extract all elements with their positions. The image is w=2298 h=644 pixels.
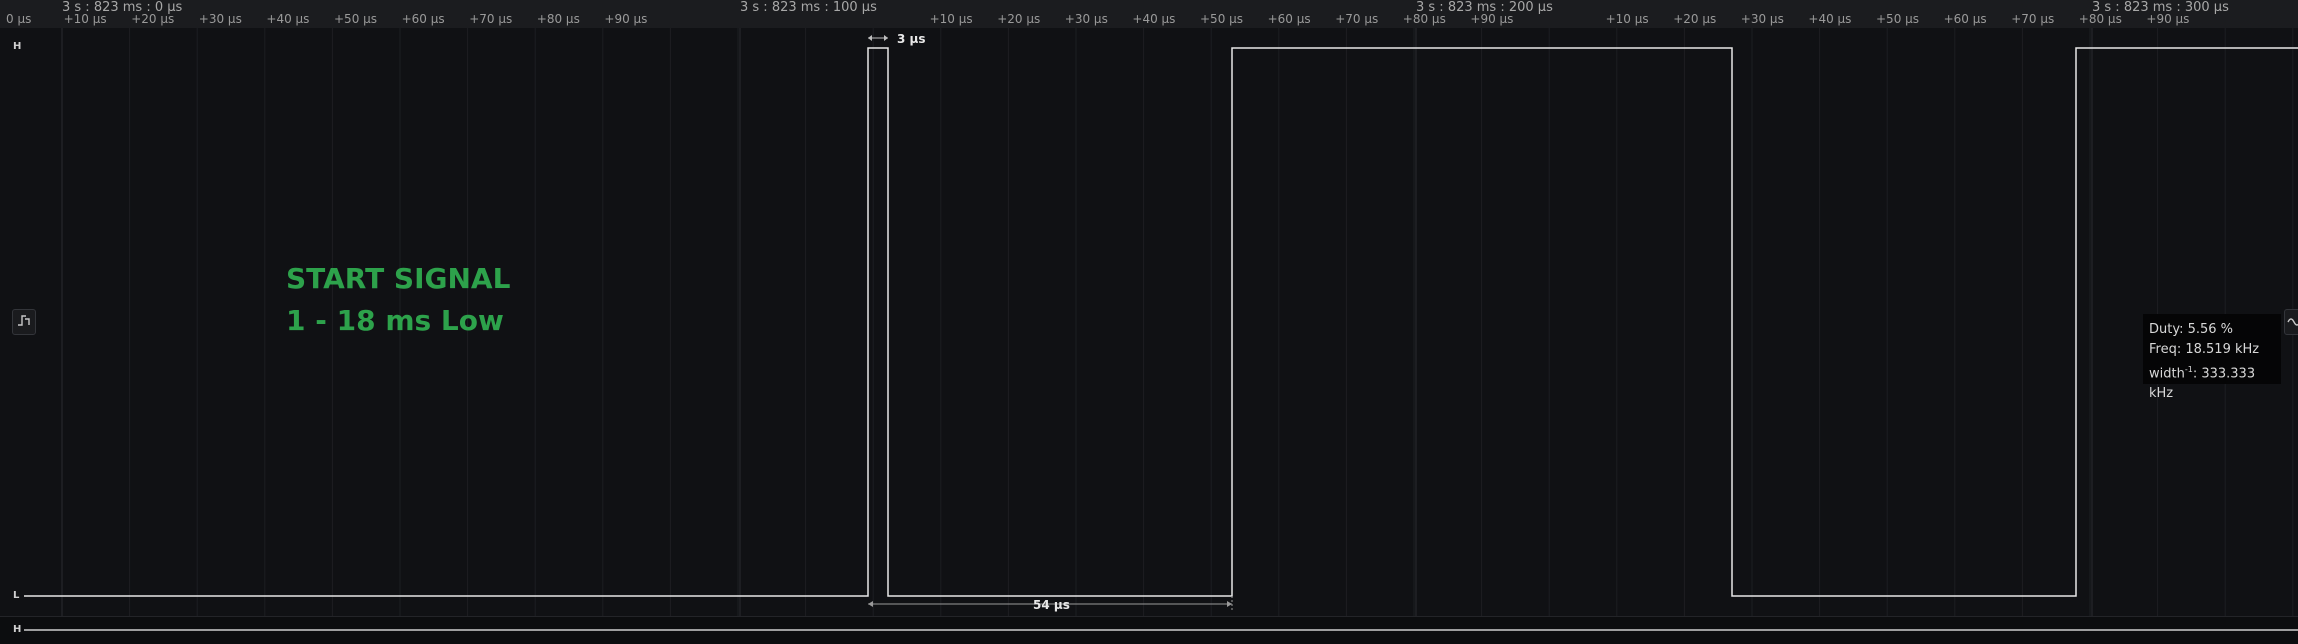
next-channel-trace [24, 629, 2298, 631]
trigger-edge-icon[interactable] [12, 309, 36, 335]
measure-wave-icon[interactable] [2284, 309, 2298, 335]
ruler-tick-label: +10 µs [929, 12, 973, 26]
ruler-tick-label: +30 µs [1064, 12, 1108, 26]
channel-low-label: L [13, 590, 20, 601]
ruler-tick-label: +20 µs [997, 12, 1041, 26]
measure-wave-glyph [2287, 318, 2298, 326]
annotation-title: START SIGNAL [286, 262, 511, 295]
ruler-tick-label: +90 µs [604, 12, 648, 26]
ruler-tick-label: +40 µs [1808, 12, 1852, 26]
time-ruler[interactable]: 3 s : 823 ms : 0 µs 3 s : 823 ms : 100 µs… [0, 0, 2298, 29]
width-inverse-value: width-1: 333.333 kHz [2149, 360, 2281, 404]
ruler-tick-label: +60 µs [1267, 12, 1311, 26]
ruler-tick-label: +80 µs [2078, 12, 2122, 26]
low-span-arrowhead-right [1227, 601, 1232, 607]
ruler-tick-label: +10 µs [1605, 12, 1649, 26]
ruler-tick-label: +30 µs [1740, 12, 1784, 26]
ruler-tick-label: +90 µs [1470, 12, 1514, 26]
annotation-subtitle: 1 - 18 ms Low [286, 304, 504, 337]
freq-value: Freq: 18.519 kHz [2149, 342, 2260, 357]
ruler-tick-label: +70 µs [1335, 12, 1379, 26]
width-superscript: -1 [2184, 365, 2193, 374]
ruler-tick-label: +80 µs [1402, 12, 1446, 26]
trigger-edge-glyph [18, 315, 30, 326]
low-span-arrowhead-left [868, 601, 873, 607]
ruler-start-label: 0 µs [6, 12, 32, 26]
measurement-tooltip: Duty: 5.56 % Freq: 18.519 kHz width-1: 3… [2143, 314, 2281, 401]
ruler-tick-label: +10 µs [63, 12, 107, 26]
pulse-width-measure: 3 µs [897, 32, 926, 46]
channel-high-label: H [13, 41, 22, 52]
ruler-tick-label: +50 µs [334, 12, 378, 26]
ruler-tick-label: +20 µs [131, 12, 175, 26]
ruler-tick-label: +50 µs [1876, 12, 1920, 26]
ruler-tick-label: +30 µs [198, 12, 242, 26]
pulse-width-arrowhead-right [884, 35, 888, 41]
duty-value: Duty: 5.56 % [2149, 322, 2234, 337]
ruler-tick-label: +40 µs [1132, 12, 1176, 26]
ruler-tick-label: +60 µs [1943, 12, 1987, 26]
pulse-width-arrowhead-left [868, 35, 872, 41]
waveform-plot[interactable]: H L 3 µs 54 µs START SIGNAL 1 - 18 ms Lo… [0, 28, 2298, 616]
ruler-tick-label: +90 µs [2146, 12, 2190, 26]
ruler-tick-label: +60 µs [401, 12, 445, 26]
start-signal-annotation: START SIGNAL 1 - 18 ms Low [286, 258, 510, 342]
next-channel-strip[interactable]: H [0, 616, 2298, 644]
ruler-tick-label: +40 µs [266, 12, 310, 26]
logic-analyzer-view: 3 s : 823 ms : 0 µs 3 s : 823 ms : 100 µs… [0, 0, 2298, 644]
ruler-tick-label: +70 µs [2011, 12, 2055, 26]
ruler-tick-label: +70 µs [469, 12, 513, 26]
low-span-measure: 54 µs [1033, 598, 1070, 612]
width-label: width [2149, 366, 2185, 382]
ruler-tick-label: +50 µs [1200, 12, 1244, 26]
ruler-tick-label: +20 µs [1673, 12, 1717, 26]
ruler-tick-label: +80 µs [536, 12, 580, 26]
ruler-major-label: 3 s : 823 ms : 100 µs [740, 0, 877, 15]
